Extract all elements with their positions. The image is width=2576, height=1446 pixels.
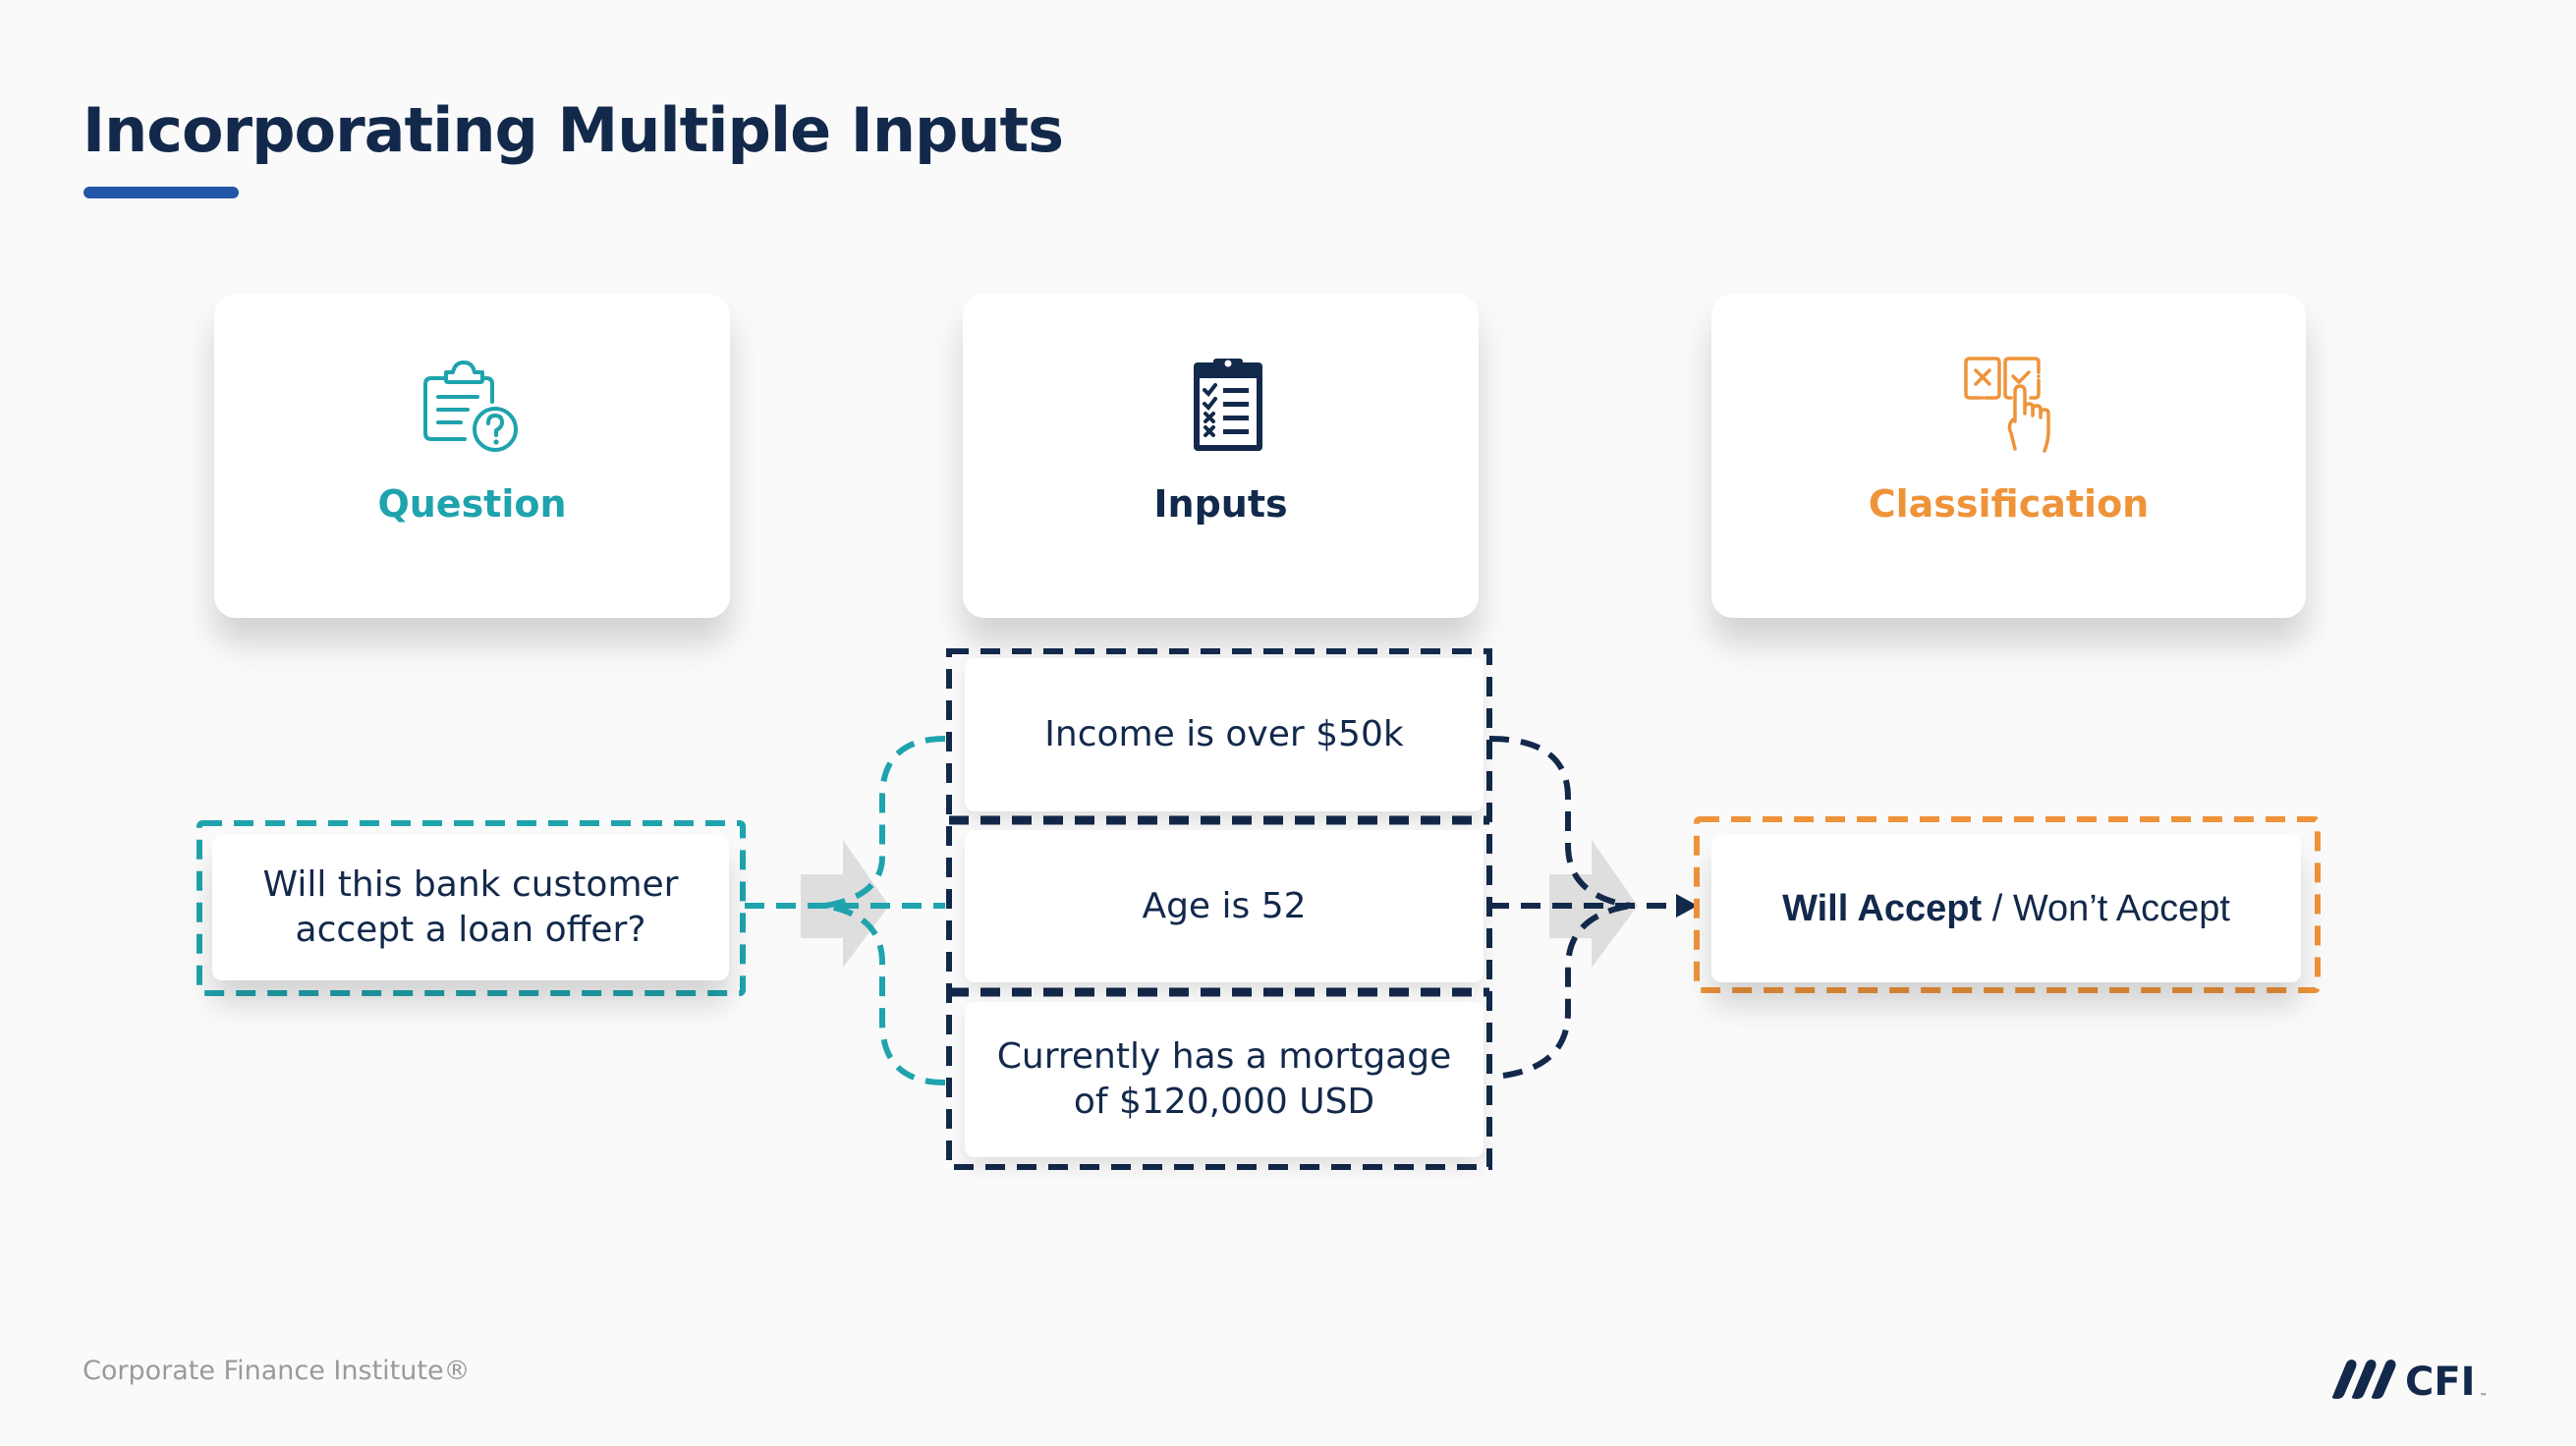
- classification-wont-accept: Won’t Accept: [2012, 887, 2230, 929]
- teal-connectors: [745, 736, 946, 1085]
- input-box-income: Income is over $50k: [965, 658, 1484, 811]
- footer-brand: Corporate Finance Institute®: [83, 1356, 471, 1386]
- input-age-text: Age is 52: [1142, 885, 1307, 926]
- input-income-text: Income is over $50k: [1044, 714, 1404, 754]
- navy-connectors: [1488, 736, 1680, 1079]
- question-line-1: Will this bank customer: [262, 864, 679, 905]
- classification-separator: /: [1982, 887, 2013, 929]
- input-box-age: Age is 52: [965, 830, 1484, 982]
- input-mortgage-line-2: of $120,000 USD: [1073, 1082, 1375, 1122]
- classification-box: Will Accept / Won’t Accept: [1711, 835, 2301, 982]
- classification-will-accept: Will Accept: [1782, 887, 1983, 929]
- input-box-mortgage: Currently has a mortgage of $120,000 USD: [965, 1002, 1484, 1157]
- cfi-logo-icon: [2331, 1360, 2396, 1399]
- cfi-logo: CFI ™: [2331, 1360, 2488, 1403]
- question-line-2: accept a loan offer?: [295, 910, 646, 950]
- question-box: Will this bank customer accept a loan of…: [212, 835, 729, 980]
- cfi-logo-tm: ™: [2480, 1392, 2488, 1401]
- cfi-logo-text: CFI: [2405, 1360, 2476, 1403]
- input-mortgage-line-1: Currently has a mortgage: [996, 1036, 1452, 1077]
